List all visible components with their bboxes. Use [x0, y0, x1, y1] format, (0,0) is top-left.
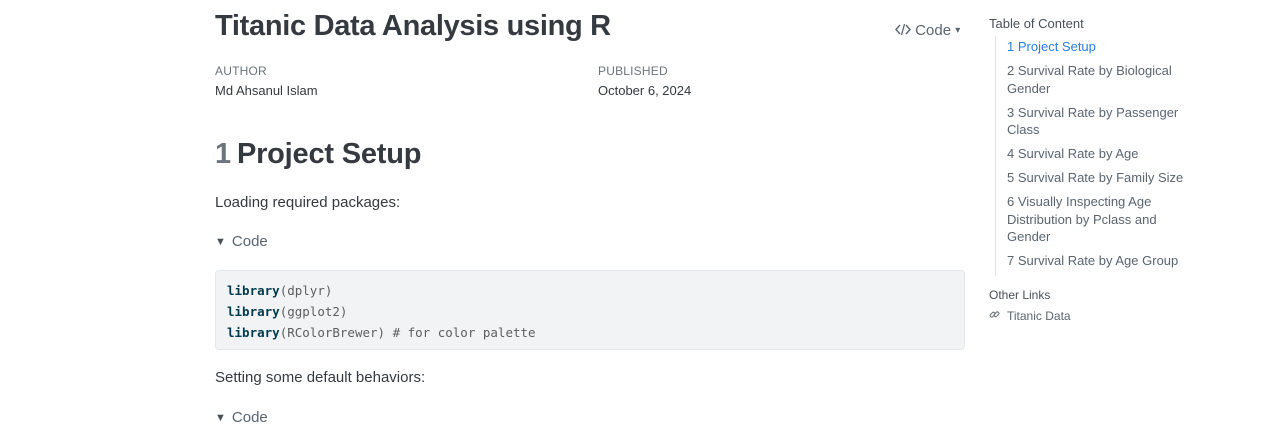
- author-name: Md Ahsanul Islam: [215, 83, 318, 98]
- toc-item-survival-age-group[interactable]: 7 Survival Rate by Age Group: [1007, 252, 1195, 270]
- published-label: PUBLISHED: [598, 64, 668, 78]
- triangle-down-icon: ▼: [215, 236, 226, 248]
- code-block: library(dplyr) library(ggplot2) library(…: [215, 270, 965, 350]
- toc-item-survival-age[interactable]: 4 Survival Rate by Age: [1007, 145, 1195, 163]
- code-argument: (ggplot2): [279, 304, 348, 319]
- code-details-toggle-2[interactable]: ▼ Code: [215, 409, 268, 426]
- code-icon: [895, 23, 911, 36]
- code-line: library(RColorBrewer) # for color palett…: [227, 322, 953, 343]
- paragraph-packages: Loading required packages:: [215, 194, 401, 211]
- code-argument: (RColorBrewer): [279, 325, 386, 340]
- toc-item-survival-family[interactable]: 5 Survival Rate by Family Size: [1007, 169, 1195, 187]
- code-line: library(dplyr): [227, 280, 953, 301]
- code-function: library: [227, 283, 280, 298]
- code-tools-button[interactable]: Code ▾: [895, 22, 960, 39]
- toc-item-age-distribution[interactable]: 6 Visually Inspecting Age Distribution b…: [1007, 193, 1195, 246]
- published-block: PUBLISHED October 6, 2024: [598, 64, 691, 98]
- other-links-title: Other Links: [989, 288, 1051, 302]
- triangle-down-icon: ▼: [215, 412, 226, 424]
- author-label: AUTHOR: [215, 64, 267, 78]
- published-date: October 6, 2024: [598, 83, 692, 98]
- code-function: library: [227, 325, 280, 340]
- toc-list: 1 Project Setup 2 Survival Rate by Biolo…: [995, 36, 1195, 276]
- code-line: library(ggplot2): [227, 301, 953, 322]
- code-details-label: Code: [231, 233, 268, 250]
- toc-item-project-setup[interactable]: 1 Project Setup: [1007, 38, 1195, 56]
- code-argument: (dplyr): [279, 283, 333, 298]
- code-details-toggle[interactable]: ▼ Code: [215, 233, 268, 250]
- code-details-label: Code: [231, 409, 268, 426]
- paragraph-defaults: Setting some default behaviors:: [215, 369, 426, 386]
- chevron-down-icon: ▾: [955, 25, 961, 36]
- code-tools-label: Code: [915, 22, 952, 39]
- code-function: library: [227, 304, 280, 319]
- page-title: Titanic Data Analysis using R: [215, 10, 611, 42]
- titanic-data-link[interactable]: Titanic Data: [989, 309, 1071, 323]
- section-title: Project Setup: [236, 138, 422, 170]
- toc-item-survival-gender[interactable]: 2 Survival Rate by Biological Gender: [1007, 62, 1195, 97]
- toc-title: Table of Content: [989, 16, 1084, 31]
- section-heading: 1 Project Setup: [215, 138, 421, 171]
- author-block: AUTHOR Md Ahsanul Islam: [215, 64, 318, 98]
- link-icon: [989, 309, 1003, 323]
- toc-item-survival-class[interactable]: 3 Survival Rate by Passenger Class: [1007, 104, 1195, 139]
- section-number: 1: [215, 138, 231, 170]
- titanic-data-link-label: Titanic Data: [1007, 309, 1071, 323]
- code-comment: # for color palette: [385, 325, 536, 340]
